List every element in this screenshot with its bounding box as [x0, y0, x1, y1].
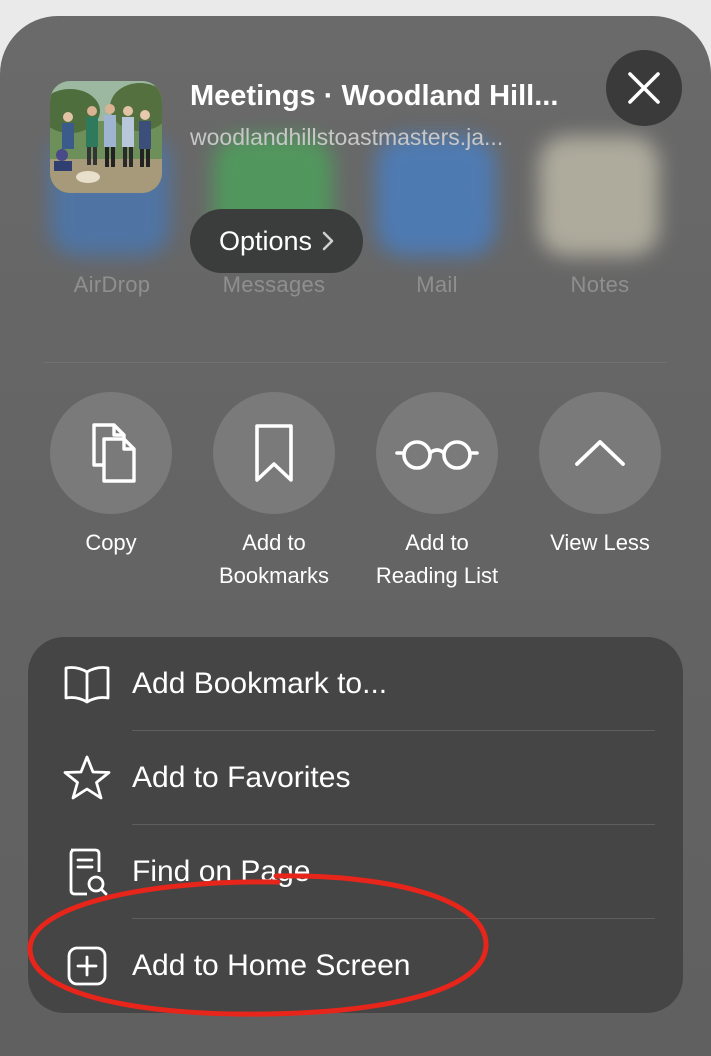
options-button[interactable]: Options	[190, 209, 363, 273]
share-target-label-notes: Notes	[570, 272, 630, 297]
add-to-reading-list-action[interactable]: Add to Reading List	[357, 392, 517, 592]
options-label: Options	[218, 225, 313, 256]
copy-icon	[92, 423, 136, 483]
view-less-button[interactable]	[539, 392, 661, 514]
share-target-label-airdrop: AirDrop	[73, 272, 151, 297]
book-icon	[60, 657, 114, 711]
add-square-icon	[60, 939, 114, 993]
menu-label-add-to-home-screen: Add to Home Screen	[132, 948, 411, 982]
view-less-label: View Less	[550, 530, 650, 555]
add-to-bookmarks-button[interactable]	[213, 392, 335, 514]
share-sheet: AirDrop Messages Mail Notes Meetings · W…	[0, 16, 711, 1056]
close-icon	[628, 72, 660, 104]
copy-action[interactable]: Copy	[31, 392, 191, 559]
glasses-icon	[395, 440, 479, 470]
copy-label: Copy	[85, 530, 137, 555]
menu-label-find-on-page: Find on Page	[132, 854, 311, 888]
actions-menu: Add Bookmark to... Add to Favorites Find…	[28, 637, 683, 1013]
page-title: Meetings · Woodland Hill...	[190, 80, 559, 112]
close-button[interactable]	[606, 50, 682, 126]
menu-label-add-to-favorites: Add to Favorites	[132, 760, 351, 794]
chevron-right-icon	[322, 231, 334, 251]
menu-label-add-bookmark-to: Add Bookmark to...	[132, 666, 388, 700]
find-on-page-icon	[60, 845, 114, 899]
add-to-bookmarks-label: Add to Bookmarks	[218, 530, 330, 588]
section-divider	[44, 362, 667, 363]
add-to-reading-list-label: Add to Reading List	[375, 530, 499, 588]
mail-app-icon	[376, 136, 496, 256]
bookmark-icon	[255, 424, 293, 482]
share-target-label-messages: Messages	[222, 272, 326, 297]
copy-action-button[interactable]	[50, 392, 172, 514]
add-to-bookmarks-action[interactable]: Add to Bookmarks	[194, 392, 354, 592]
star-icon	[60, 751, 114, 805]
page-thumbnail	[50, 81, 162, 193]
share-target-label-mail: Mail	[416, 272, 458, 297]
view-less-action[interactable]: View Less	[520, 392, 680, 559]
chevron-up-icon	[575, 440, 625, 466]
add-to-reading-list-button[interactable]	[376, 392, 498, 514]
menu-item-add-bookmark-to[interactable]: Add Bookmark to...	[28, 637, 683, 730]
page-url: woodlandhillstoastmasters.ja...	[190, 124, 504, 150]
notes-app-icon	[539, 136, 659, 256]
menu-item-add-to-favorites[interactable]: Add to Favorites	[28, 731, 683, 824]
menu-item-find-on-page[interactable]: Find on Page	[28, 825, 683, 918]
menu-item-add-to-home-screen[interactable]: Add to Home Screen	[28, 919, 683, 1012]
